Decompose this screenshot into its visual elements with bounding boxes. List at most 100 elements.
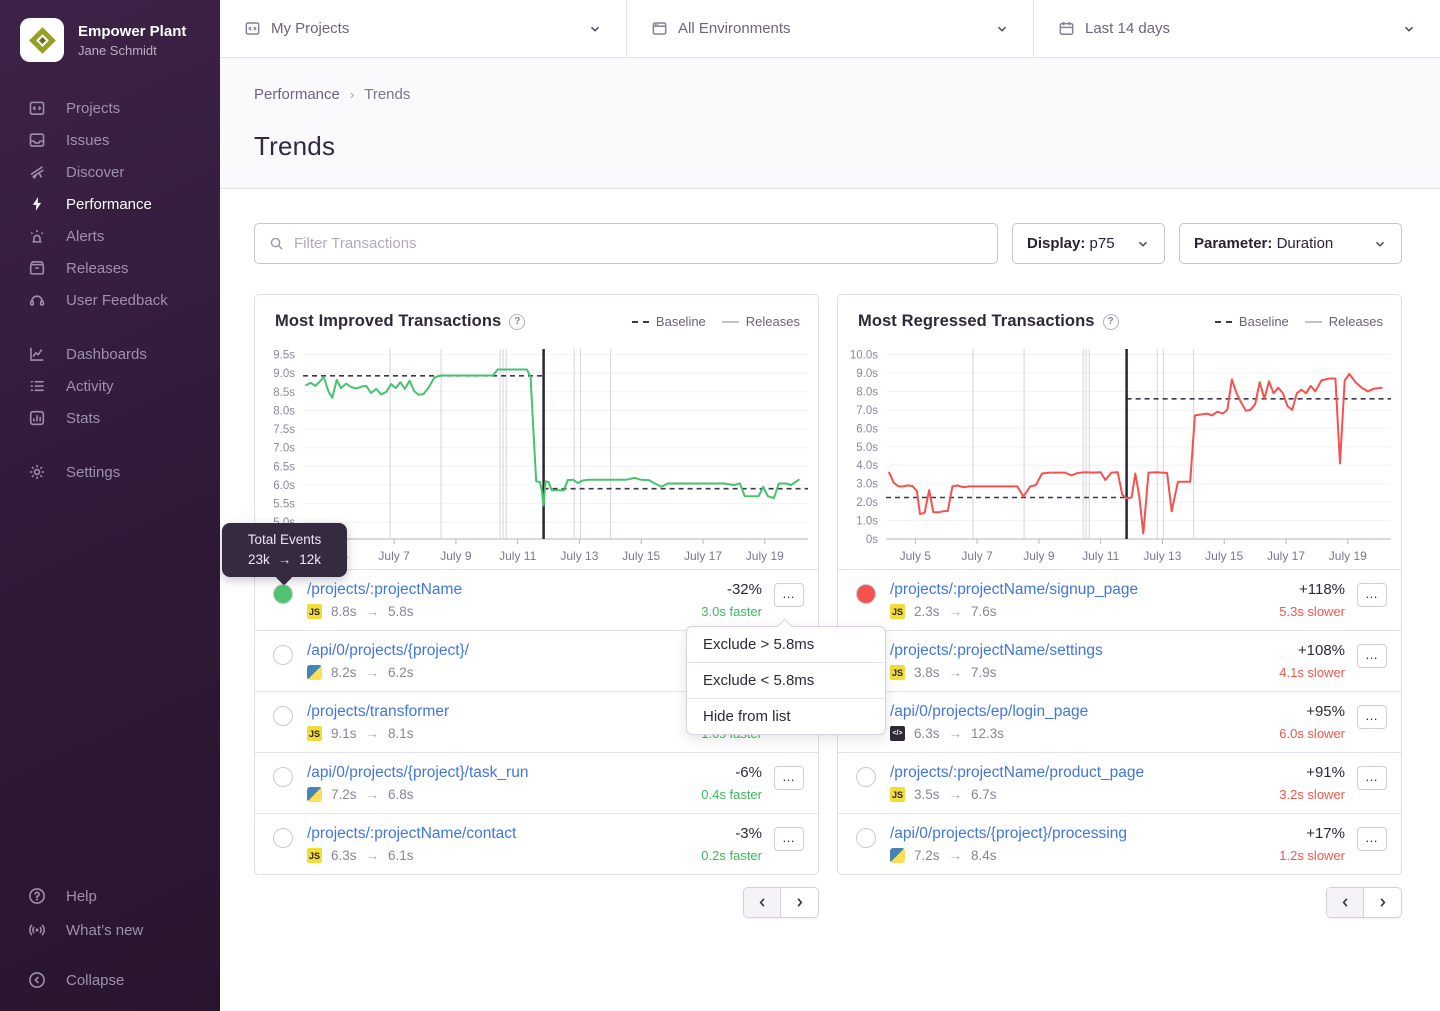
breadcrumb-performance[interactable]: Performance xyxy=(254,86,340,103)
transaction-radio[interactable] xyxy=(273,767,293,787)
org-logo xyxy=(20,18,64,62)
sidebar-item-what-s-new[interactable]: What’s new xyxy=(0,913,220,947)
sidebar-item-help[interactable]: Help xyxy=(0,879,220,913)
daterange-selector[interactable]: Last 14 days xyxy=(1033,0,1440,57)
sidebar-item-releases[interactable]: Releases xyxy=(0,252,220,284)
sidebar-item-label: Activity xyxy=(66,378,114,395)
transaction-radio[interactable] xyxy=(273,584,293,604)
issues-icon xyxy=(28,131,46,149)
row-actions-button[interactable]: … xyxy=(1357,705,1387,729)
sidebar-item-label: Discover xyxy=(66,164,124,181)
duration-before: 8.2s xyxy=(331,665,357,680)
sidebar-item-alerts[interactable]: Alerts xyxy=(0,220,220,252)
next-page-button[interactable] xyxy=(1364,888,1401,917)
context-menu-item[interactable]: Hide from list xyxy=(687,698,885,734)
parameter-dropdown[interactable]: Parameter: Duration xyxy=(1179,223,1402,264)
sidebar-item-issues[interactable]: Issues xyxy=(0,124,220,156)
user-feedback-icon xyxy=(28,291,46,309)
activity-icon xyxy=(28,377,46,395)
duration-before: 9.1s xyxy=(331,726,357,741)
broadcast-icon xyxy=(28,921,46,939)
transaction-link[interactable]: /projects/:projectName/signup_page xyxy=(890,581,1261,599)
transaction-link[interactable]: /api/0/projects/{project}/processing xyxy=(890,825,1261,843)
environment-selector[interactable]: All Environments xyxy=(626,0,1033,57)
transaction-radio[interactable] xyxy=(273,706,293,726)
transaction-radio[interactable] xyxy=(273,645,293,665)
baseline-legend-icon xyxy=(632,321,649,323)
chevron-down-icon xyxy=(1402,22,1416,36)
transaction-link[interactable]: /projects/:projectName/product_page xyxy=(890,764,1261,782)
transaction-link[interactable]: /projects/:projectName/contact xyxy=(307,825,678,843)
org-user: Jane Schmidt xyxy=(78,43,186,58)
transaction-link[interactable]: /api/0/projects/{project}/ xyxy=(307,642,678,660)
org-switcher[interactable]: Empower Plant Jane Schmidt xyxy=(0,0,220,62)
transaction-row: /api/0/projects/{project}/processingPy7.… xyxy=(838,813,1401,874)
project-selector[interactable]: My Projects xyxy=(220,0,626,57)
discover-icon xyxy=(28,163,46,181)
python-platform-icon: Py xyxy=(890,848,905,863)
transaction-radio[interactable] xyxy=(856,584,876,604)
transaction-main: /projects/:projectName/signup_pageJS2.3s… xyxy=(890,581,1261,619)
previous-page-button[interactable] xyxy=(1327,888,1364,917)
next-page-button[interactable] xyxy=(781,888,818,917)
transaction-link[interactable]: /api/0/projects/{project}/task_run xyxy=(307,764,678,782)
project-selector-value: My Projects xyxy=(271,20,578,37)
dashboards-icon xyxy=(28,345,46,363)
row-actions-button[interactable]: … xyxy=(1357,583,1387,607)
transaction-radio[interactable] xyxy=(856,767,876,787)
filter-transactions-input[interactable] xyxy=(294,235,983,252)
row-actions-button[interactable]: … xyxy=(774,766,804,790)
duration-after: 12.3s xyxy=(971,726,1004,741)
sidebar-item-user-feedback[interactable]: User Feedback xyxy=(0,284,220,316)
sidebar-item-performance[interactable]: Performance xyxy=(0,188,220,220)
sidebar-item-collapse[interactable]: Collapse xyxy=(0,963,220,997)
chevron-down-icon xyxy=(1373,237,1387,251)
previous-page-button[interactable] xyxy=(744,888,781,917)
environment-selector-value: All Environments xyxy=(678,20,985,37)
tooltip-from: 23k xyxy=(248,552,270,567)
arrow-right-icon: → xyxy=(949,665,963,680)
transaction-link[interactable]: /projects/:projectName/settings xyxy=(890,642,1261,660)
sidebar-item-label: Alerts xyxy=(66,228,104,245)
svg-text:8.0s: 8.0s xyxy=(856,386,878,398)
python-platform-icon: Py xyxy=(307,665,322,680)
transaction-durations: Py8.2s→6.2s xyxy=(307,665,678,680)
transaction-metrics: +95%6.0s slower xyxy=(1271,703,1345,741)
issues-icon xyxy=(28,131,46,149)
transaction-radio[interactable] xyxy=(273,828,293,848)
transaction-durations: JS9.1s→8.1s xyxy=(307,726,678,741)
sidebar-item-stats[interactable]: Stats xyxy=(0,402,220,434)
tooltip-title: Total Events xyxy=(232,532,337,547)
transaction-row: /projects/:projectNameJS8.8s→5.8s-32%3.0… xyxy=(255,570,818,630)
row-actions-button[interactable]: … xyxy=(1357,766,1387,790)
improved-panel: Most Improved Transactions ? Baseline Re… xyxy=(254,294,819,875)
sidebar-item-settings[interactable]: Settings xyxy=(0,456,220,488)
duration-after: 6.1s xyxy=(388,848,414,863)
transaction-link[interactable]: /api/0/projects/ep/login_page xyxy=(890,703,1261,721)
sidebar-item-dashboards[interactable]: Dashboards xyxy=(0,338,220,370)
improved-pager xyxy=(254,887,819,918)
duration-after: 7.9s xyxy=(971,665,997,680)
display-dropdown[interactable]: Display: p75 xyxy=(1012,223,1165,264)
transaction-link[interactable]: /projects/transformer xyxy=(307,703,678,721)
help-icon[interactable]: ? xyxy=(509,314,525,330)
topbar: My Projects All Environments Last 14 day… xyxy=(220,0,1440,58)
transaction-radio[interactable] xyxy=(856,828,876,848)
display-label: Display: xyxy=(1027,235,1085,252)
chart-legend: Baseline Releases xyxy=(632,314,800,329)
duration-delta: 3.2s slower xyxy=(1271,787,1345,802)
percent-change: +108% xyxy=(1271,642,1345,659)
transaction-main: /api/0/projects/ep/login_page</>6.3s→12.… xyxy=(890,703,1261,741)
row-actions-button[interactable]: … xyxy=(774,583,804,607)
chart-legend: Baseline Releases xyxy=(1215,314,1383,329)
row-actions-button[interactable]: … xyxy=(1357,827,1387,851)
row-actions-button[interactable]: … xyxy=(774,827,804,851)
sidebar-item-activity[interactable]: Activity xyxy=(0,370,220,402)
help-icon[interactable]: ? xyxy=(1103,314,1119,330)
sidebar-item-label: Issues xyxy=(66,132,109,149)
sidebar-item-discover[interactable]: Discover xyxy=(0,156,220,188)
row-actions-button[interactable]: … xyxy=(1357,644,1387,668)
context-menu-item[interactable]: Exclude < 5.8ms xyxy=(687,662,885,698)
sidebar-item-projects[interactable]: Projects xyxy=(0,92,220,124)
transaction-link[interactable]: /projects/:projectName xyxy=(307,581,678,599)
